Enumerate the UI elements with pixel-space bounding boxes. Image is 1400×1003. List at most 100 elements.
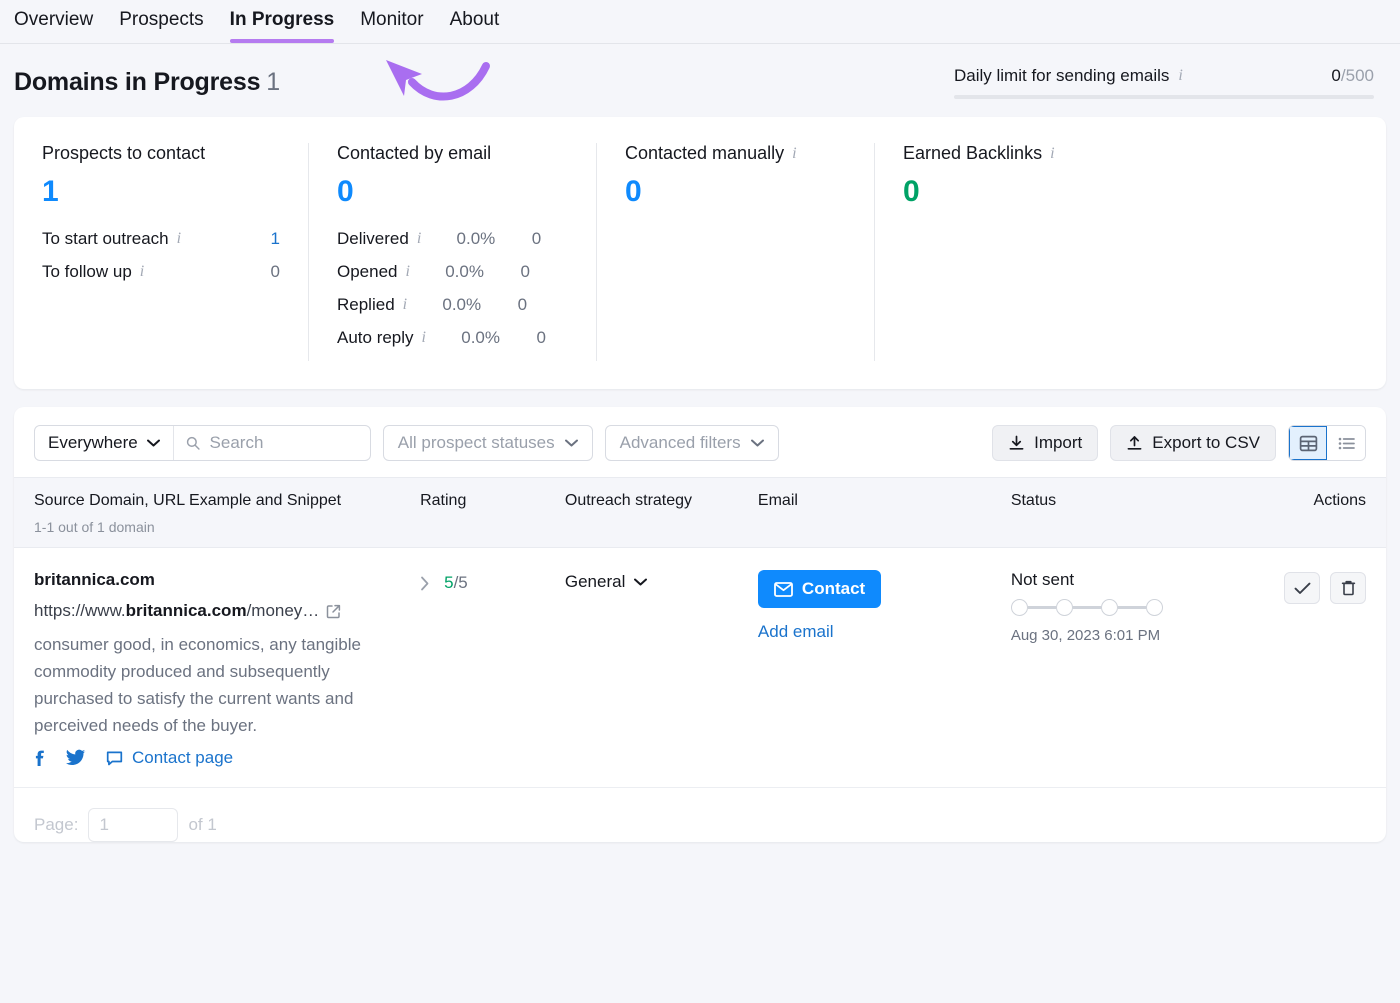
- search-input[interactable]: [210, 433, 358, 453]
- stat-row-value: 0: [495, 229, 541, 249]
- speech-bubble-icon: [106, 750, 123, 767]
- row-status-cell: Not sent Aug 30, 2023 6:01 PM: [1011, 570, 1262, 769]
- column-header-email: Email: [758, 492, 1011, 535]
- delete-button[interactable]: [1330, 572, 1366, 604]
- stat-row-percent: 0.0%: [421, 229, 495, 249]
- stat-row-percent: 0.0%: [426, 328, 500, 348]
- row-domain-name[interactable]: britannica.com: [34, 570, 420, 590]
- row-snippet: consumer good, in economics, any tangibl…: [34, 631, 390, 739]
- chevron-down-icon: [634, 578, 647, 586]
- stat-row-label: Auto reply: [337, 328, 414, 348]
- pagination-label: Page:: [34, 815, 78, 835]
- chevron-right-icon[interactable]: [420, 576, 430, 591]
- page-title-count: 1: [266, 68, 280, 96]
- stat-earned-backlinks: Earned Backlinks i 0: [874, 143, 1152, 361]
- stat-value: 0: [903, 177, 1124, 207]
- stat-contacted-manually: Contacted manually i 0: [596, 143, 874, 361]
- chevron-down-icon: [565, 439, 578, 447]
- column-header-status: Status: [1011, 492, 1262, 535]
- table-header: Source Domain, URL Example and Snippet 1…: [14, 477, 1386, 548]
- page-title-text: Domains in Progress: [14, 68, 260, 96]
- stat-row-value[interactable]: 1: [234, 229, 280, 249]
- row-strategy-cell: General: [565, 570, 758, 769]
- list-view-icon: [1337, 434, 1356, 453]
- row-contact-page-link[interactable]: Contact page: [106, 748, 233, 768]
- facebook-icon[interactable]: [34, 747, 46, 769]
- info-icon[interactable]: i: [1178, 68, 1182, 84]
- stat-row-label: To follow up: [42, 262, 132, 282]
- stat-prospects-to-contact: Prospects to contact 1 To start outreach…: [14, 143, 308, 361]
- row-url[interactable]: https://www.britannica.com/money…: [34, 601, 420, 621]
- row-domain-cell: britannica.com https://www.britannica.co…: [34, 570, 420, 769]
- upload-icon: [1126, 435, 1143, 452]
- search-scope-dropdown[interactable]: Everywhere: [35, 426, 174, 460]
- stat-title-label: Prospects to contact: [42, 143, 205, 164]
- contact-button[interactable]: Contact: [758, 570, 881, 608]
- advanced-filters-dropdown[interactable]: Advanced filters: [605, 425, 779, 461]
- prospect-status-filter-label: All prospect statuses: [398, 433, 555, 453]
- add-email-link[interactable]: Add email: [758, 622, 1011, 642]
- view-toggle: [1288, 425, 1366, 461]
- chevron-down-icon: [751, 439, 764, 447]
- row-social-links: Contact page: [34, 747, 420, 769]
- mark-done-button[interactable]: [1284, 572, 1320, 604]
- daily-limit: Daily limit for sending emails i 0/500: [954, 66, 1374, 99]
- stat-row-value: 0: [481, 295, 527, 315]
- import-label: Import: [1034, 433, 1082, 453]
- column-header-domain: Source Domain, URL Example and Snippet 1…: [34, 492, 420, 535]
- nav-tab-about[interactable]: About: [450, 8, 500, 43]
- status-step-4: [1146, 599, 1163, 616]
- stat-title-label: Contacted manually: [625, 143, 784, 164]
- row-url-suffix: /money…: [247, 601, 320, 620]
- daily-limit-total: 500: [1346, 66, 1374, 85]
- prospect-status-filter[interactable]: All prospect statuses: [383, 425, 593, 461]
- twitter-icon[interactable]: [66, 749, 86, 767]
- row-status-steps: [1011, 599, 1262, 616]
- export-csv-label: Export to CSV: [1152, 433, 1260, 453]
- search-icon: [186, 435, 200, 451]
- nav-tab-in-progress[interactable]: In Progress: [230, 8, 335, 43]
- external-link-icon[interactable]: [326, 604, 341, 619]
- search-scope-label: Everywhere: [48, 433, 138, 453]
- stat-contacted-by-email: Contacted by email 0 Deliveredi 0.0% 0 O…: [308, 143, 596, 361]
- row-email-cell: Contact Add email: [758, 570, 1011, 769]
- table-view-button[interactable]: [1289, 426, 1327, 460]
- stat-value: 0: [625, 177, 846, 207]
- row-contact-page-label: Contact page: [132, 748, 233, 768]
- row-status-timestamp: Aug 30, 2023 6:01 PM: [1011, 627, 1262, 644]
- stat-row-value: 0: [484, 262, 530, 282]
- table-row: britannica.com https://www.britannica.co…: [14, 548, 1386, 788]
- stat-row-delivered: Deliveredi 0.0% 0: [337, 229, 568, 249]
- info-icon[interactable]: i: [1050, 146, 1054, 162]
- stat-value: 1: [42, 177, 280, 207]
- info-icon[interactable]: i: [792, 146, 796, 162]
- import-button[interactable]: Import: [992, 425, 1098, 461]
- trash-icon: [1341, 580, 1356, 596]
- pagination: Page: of 1: [14, 788, 1386, 842]
- info-icon[interactable]: i: [140, 264, 144, 280]
- main-nav: Overview Prospects In Progress Monitor A…: [0, 0, 1400, 44]
- nav-tab-monitor[interactable]: Monitor: [360, 8, 423, 43]
- stat-row-label: Opened: [337, 262, 398, 282]
- page-number-input[interactable]: [88, 808, 178, 842]
- stat-row-to-follow-up: To follow upi 0: [42, 262, 280, 282]
- row-strategy-dropdown[interactable]: General: [565, 570, 758, 592]
- list-view-button[interactable]: [1327, 426, 1365, 460]
- stat-row-label: Replied: [337, 295, 395, 315]
- daily-limit-label: Daily limit for sending emails: [954, 66, 1169, 86]
- search-group: Everywhere: [34, 425, 371, 461]
- column-header-actions: Actions: [1262, 492, 1366, 535]
- stat-row-label: Delivered: [337, 229, 409, 249]
- row-url-prefix: https://www.: [34, 601, 126, 620]
- export-csv-button[interactable]: Export to CSV: [1110, 425, 1276, 461]
- nav-tab-overview[interactable]: Overview: [14, 8, 93, 43]
- envelope-icon: [774, 582, 793, 597]
- stat-row-replied: Repliedi 0.0% 0: [337, 295, 568, 315]
- daily-limit-used: 0: [1331, 66, 1340, 85]
- nav-tab-prospects[interactable]: Prospects: [119, 8, 203, 43]
- info-icon[interactable]: i: [177, 231, 181, 247]
- column-header-rating: Rating: [420, 492, 565, 535]
- stat-title-label: Contacted by email: [337, 143, 491, 164]
- stat-row-percent: 0.0%: [407, 295, 481, 315]
- row-rating-score: 5: [444, 573, 453, 592]
